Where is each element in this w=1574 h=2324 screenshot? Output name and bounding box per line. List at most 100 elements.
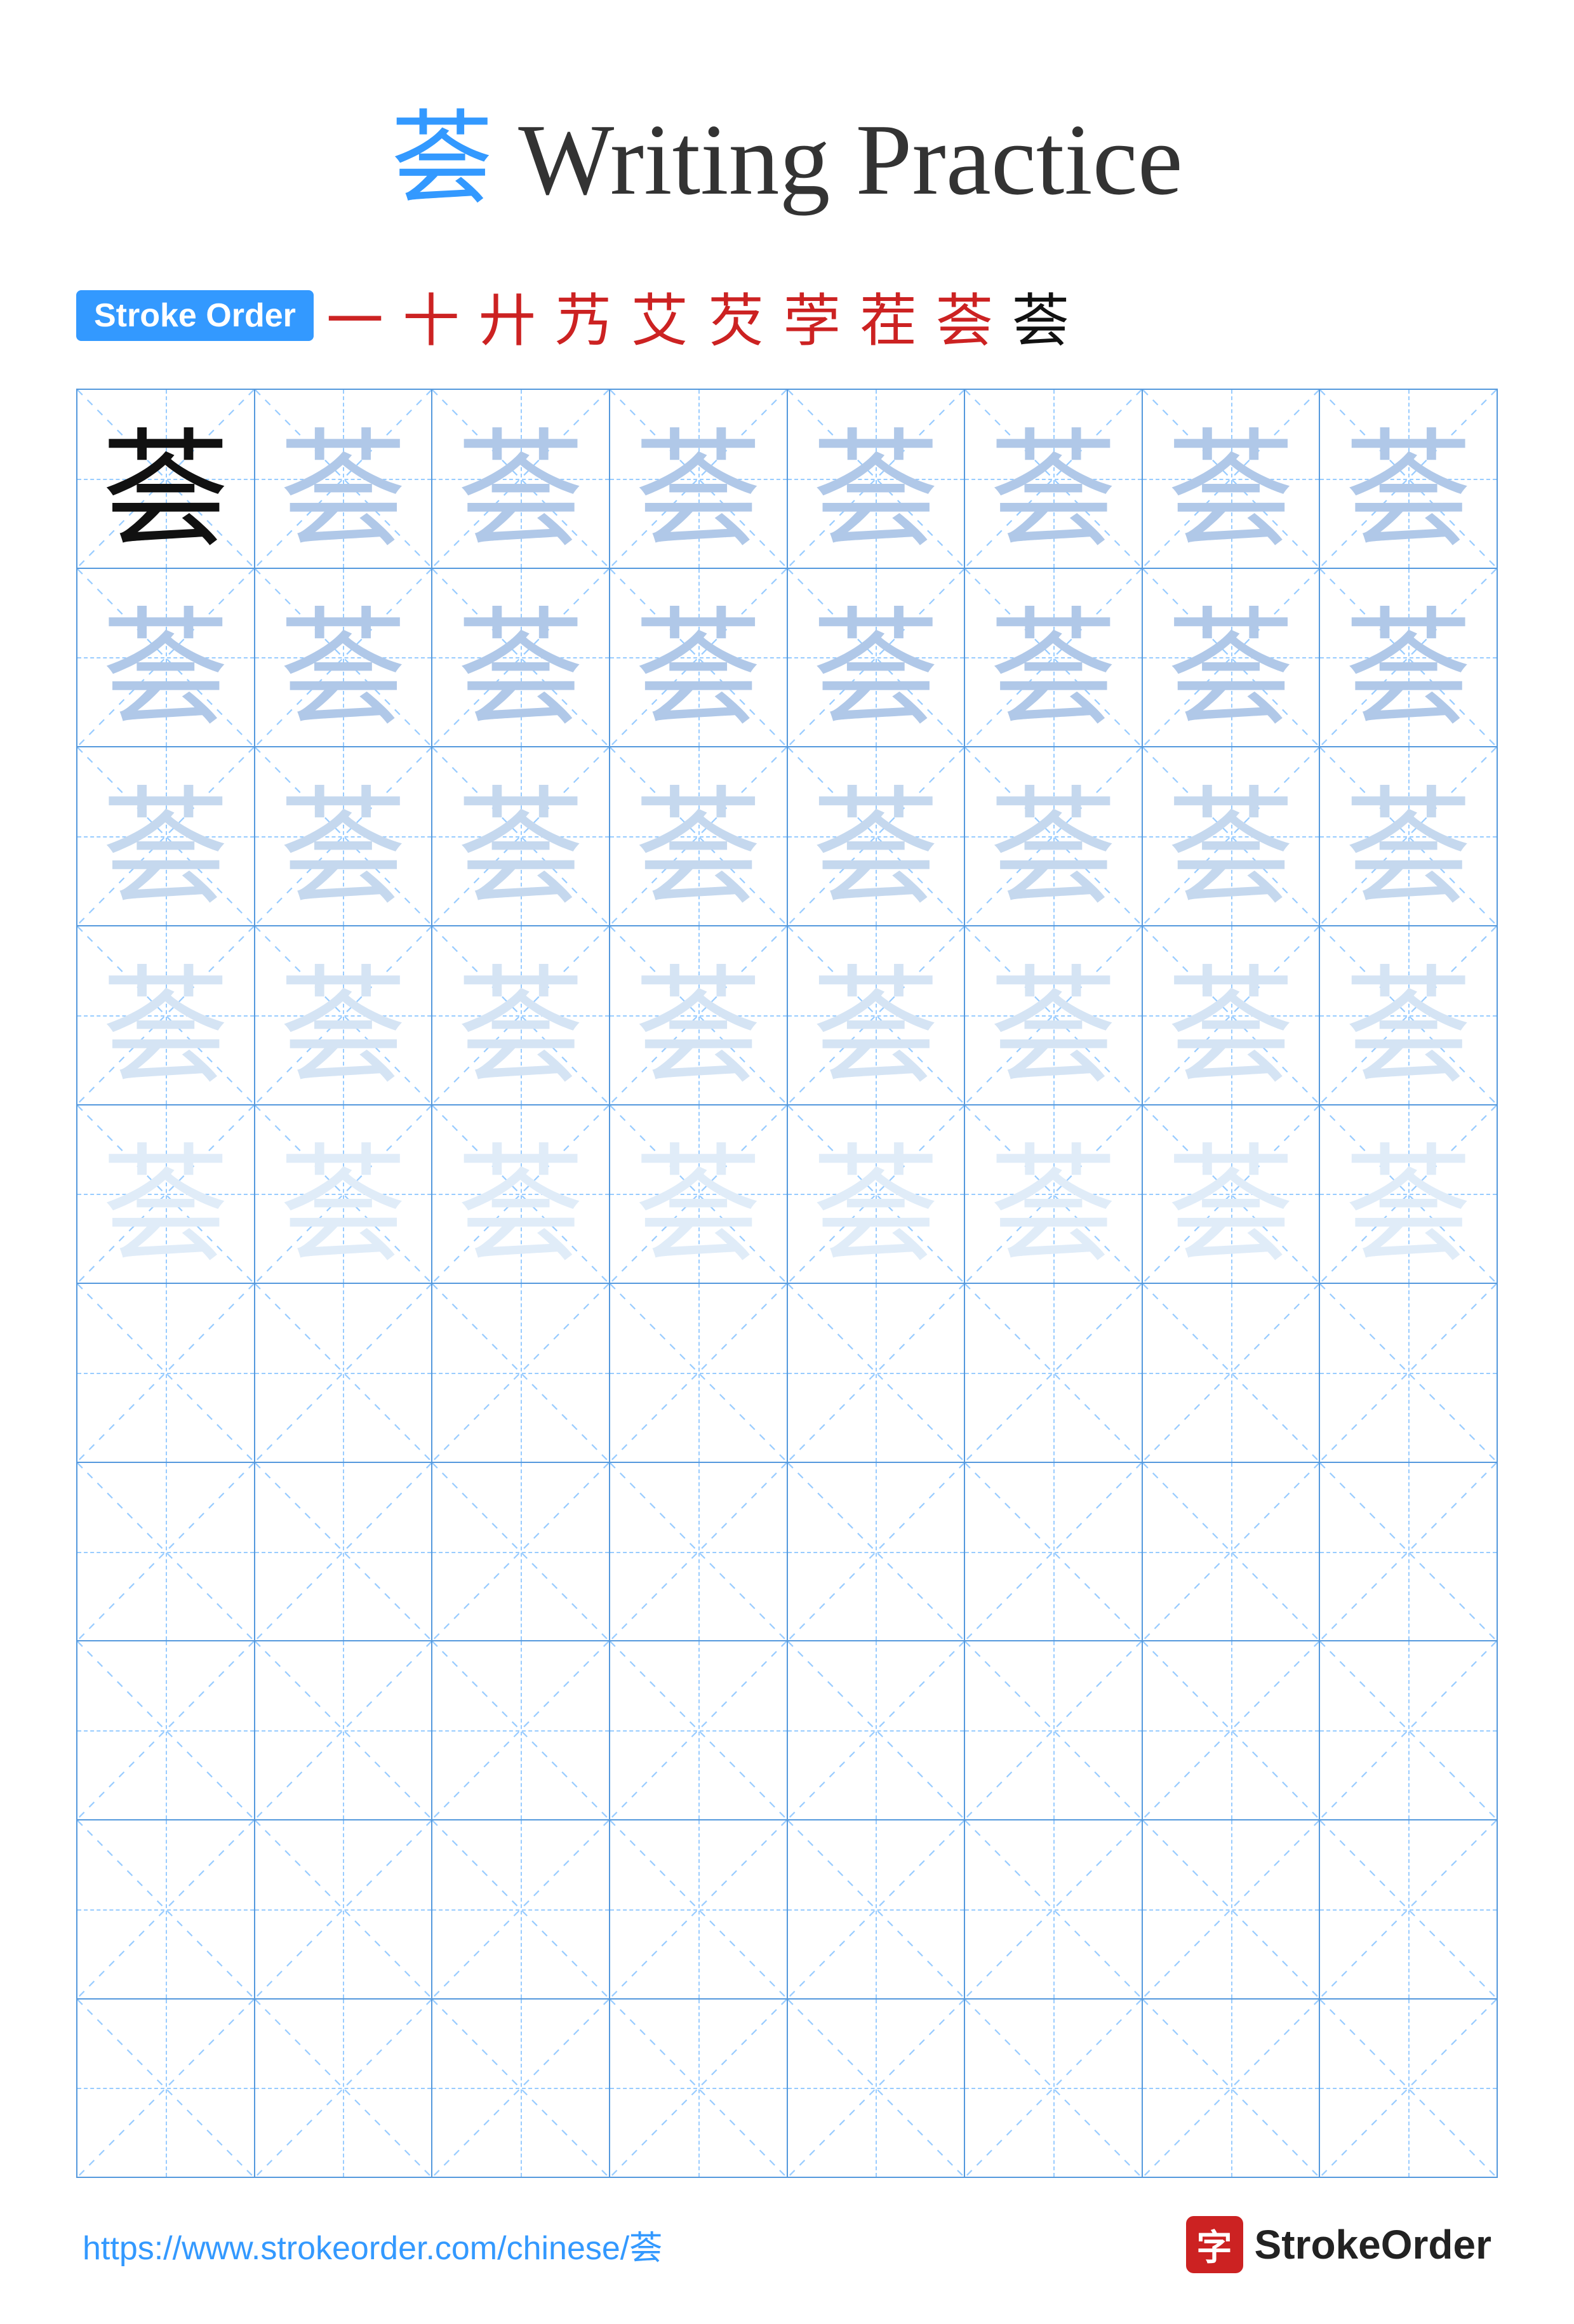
- grid-cell[interactable]: [432, 1284, 610, 1462]
- grid-cell[interactable]: 荟: [1320, 569, 1497, 747]
- cell-char: [788, 1820, 964, 1998]
- grid-cell[interactable]: 荟: [610, 1105, 788, 1283]
- grid-cell[interactable]: [255, 1641, 433, 1819]
- page: 荟 Writing Practice Stroke Order 一 十 廾 艿 …: [0, 0, 1574, 2324]
- footer-brand: 字 StrokeOrder: [1186, 2216, 1491, 2273]
- grid-cell[interactable]: 荟: [77, 926, 255, 1104]
- cell-char: 荟: [788, 926, 964, 1104]
- grid-cell[interactable]: [255, 1463, 433, 1641]
- grid-cell[interactable]: 荟: [255, 747, 433, 925]
- grid-cell[interactable]: 荟: [255, 926, 433, 1104]
- grid-cell[interactable]: 荟: [1143, 569, 1321, 747]
- grid-cell[interactable]: 荟: [255, 390, 433, 568]
- grid-cell[interactable]: 荟: [1143, 926, 1321, 1104]
- grid-cell[interactable]: [610, 1641, 788, 1819]
- grid-cell[interactable]: [1143, 1820, 1321, 1998]
- grid-cell[interactable]: [255, 1820, 433, 1998]
- grid-cell[interactable]: [1320, 2000, 1497, 2177]
- cell-char: [255, 1641, 432, 1819]
- grid-cell[interactable]: 荟: [965, 747, 1143, 925]
- page-title: 荟 Writing Practice: [76, 76, 1498, 224]
- grid-cell[interactable]: [255, 2000, 433, 2177]
- grid-cell[interactable]: [610, 2000, 788, 2177]
- grid-cell[interactable]: [788, 1284, 966, 1462]
- grid-cell[interactable]: [788, 2000, 966, 2177]
- grid-cell[interactable]: [610, 1820, 788, 1998]
- cell-char: 荟: [1320, 926, 1497, 1104]
- grid-cell[interactable]: [965, 2000, 1143, 2177]
- grid-cell[interactable]: [255, 1284, 433, 1462]
- grid-cell[interactable]: [1143, 1284, 1321, 1462]
- grid-cell[interactable]: 荟: [432, 569, 610, 747]
- grid-cell[interactable]: 荟: [610, 926, 788, 1104]
- cell-char: 荟: [1143, 390, 1319, 568]
- grid-cell[interactable]: 荟: [610, 747, 788, 925]
- grid-cell[interactable]: 荟: [77, 1105, 255, 1283]
- grid-cell[interactable]: 荟: [965, 569, 1143, 747]
- grid-cell[interactable]: [1320, 1463, 1497, 1641]
- grid-cell[interactable]: 荟: [1143, 390, 1321, 568]
- grid-cell[interactable]: 荟: [1143, 1105, 1321, 1283]
- grid-cell[interactable]: 荟: [965, 1105, 1143, 1283]
- grid-cell[interactable]: [965, 1463, 1143, 1641]
- cell-char: 荟: [610, 1105, 787, 1283]
- cell-char: 荟: [255, 926, 432, 1104]
- grid-cell[interactable]: 荟: [788, 1105, 966, 1283]
- grid-cell[interactable]: 荟: [1320, 926, 1497, 1104]
- grid-cell[interactable]: [77, 2000, 255, 2177]
- grid-cell[interactable]: 荟: [1320, 747, 1497, 925]
- brand-name: StrokeOrder: [1255, 2221, 1491, 2268]
- cell-char: 荟: [432, 1105, 609, 1283]
- grid-cell[interactable]: [432, 1820, 610, 1998]
- grid-cell[interactable]: 荟: [788, 926, 966, 1104]
- grid-cell[interactable]: [77, 1284, 255, 1462]
- grid-cell[interactable]: [965, 1820, 1143, 1998]
- grid-cell[interactable]: [77, 1820, 255, 1998]
- grid-cell[interactable]: 荟: [432, 390, 610, 568]
- grid-cell[interactable]: [1320, 1284, 1497, 1462]
- grid-cell[interactable]: 荟: [610, 390, 788, 568]
- grid-cell[interactable]: [1320, 1820, 1497, 1998]
- grid-cell[interactable]: [788, 1641, 966, 1819]
- grid-cell[interactable]: [1143, 1641, 1321, 1819]
- grid-cell[interactable]: [965, 1284, 1143, 1462]
- grid-cell[interactable]: 荟: [77, 569, 255, 747]
- grid-cell[interactable]: 荟: [77, 390, 255, 568]
- grid-cell[interactable]: [1143, 2000, 1321, 2177]
- grid-cell[interactable]: [788, 1463, 966, 1641]
- grid-cell[interactable]: [788, 1820, 966, 1998]
- cell-char: [77, 1284, 254, 1462]
- grid-cell[interactable]: [432, 2000, 610, 2177]
- grid-cell[interactable]: [432, 1641, 610, 1819]
- grid-cell[interactable]: 荟: [965, 926, 1143, 1104]
- cell-char: 荟: [788, 390, 964, 568]
- cell-char: [610, 1641, 787, 1819]
- grid-cell[interactable]: [965, 1641, 1143, 1819]
- grid-cell[interactable]: 荟: [610, 569, 788, 747]
- grid-cell[interactable]: 荟: [255, 569, 433, 747]
- practice-grid: 荟荟荟荟荟荟荟荟荟荟荟荟荟荟荟荟荟荟荟荟荟荟荟荟荟荟荟荟荟荟荟荟荟荟荟荟荟荟荟荟: [76, 389, 1498, 2178]
- grid-cell[interactable]: 荟: [965, 390, 1143, 568]
- grid-cell[interactable]: [1320, 1641, 1497, 1819]
- grid-cell[interactable]: 荟: [788, 390, 966, 568]
- brand-char: 字: [1197, 2219, 1232, 2271]
- grid-cell[interactable]: 荟: [432, 926, 610, 1104]
- grid-cell[interactable]: 荟: [77, 747, 255, 925]
- grid-row: 荟荟荟荟荟荟荟荟: [77, 569, 1497, 748]
- grid-cell[interactable]: 荟: [788, 569, 966, 747]
- grid-cell[interactable]: [77, 1463, 255, 1641]
- grid-cell[interactable]: 荟: [788, 747, 966, 925]
- footer-url[interactable]: https://www.strokeorder.com/chinese/荟: [83, 2221, 662, 2269]
- grid-cell[interactable]: [610, 1284, 788, 1462]
- grid-cell[interactable]: 荟: [1320, 390, 1497, 568]
- grid-cell[interactable]: [1143, 1463, 1321, 1641]
- grid-cell[interactable]: [610, 1463, 788, 1641]
- grid-cell[interactable]: 荟: [432, 1105, 610, 1283]
- grid-cell[interactable]: 荟: [255, 1105, 433, 1283]
- grid-cell[interactable]: 荟: [1320, 1105, 1497, 1283]
- cell-char: 荟: [1143, 747, 1319, 925]
- grid-cell[interactable]: [432, 1463, 610, 1641]
- grid-cell[interactable]: [77, 1641, 255, 1819]
- grid-cell[interactable]: 荟: [432, 747, 610, 925]
- grid-cell[interactable]: 荟: [1143, 747, 1321, 925]
